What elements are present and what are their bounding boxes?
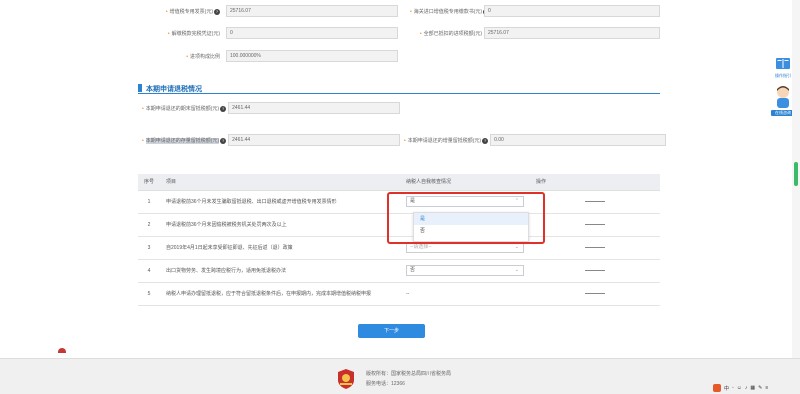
input-ratio-input: 100.000000% [226,50,398,62]
field-deducted-input-tax: • 全部已抵扣的进项税额(元) 25716.07 [410,27,660,39]
service-agent-icon [777,86,789,108]
ime-logo-icon [713,384,721,392]
section-divider [138,93,660,94]
ime-mode-icon: 中 [724,385,730,392]
help-icon[interactable]: ? [214,8,220,15]
vat-invoice-input[interactable]: 25716.07 [226,5,398,17]
row-status: -- [400,282,530,306]
field-label: 本期申请退还的存量留抵税额(元) [145,137,220,144]
ime-emoji-icon: ☺ [736,385,742,391]
field-label: 海关进口增值税专用缴款书(元) [413,8,483,15]
row-action [530,213,660,237]
row-no: 5 [138,282,160,306]
tax-payment-input[interactable]: 0 [226,27,398,39]
row-action [530,190,660,214]
row-no: 2 [138,213,160,237]
ime-toolbar[interactable]: 中 ◦ ☺ ♪ ▦ ✎ ≡ [713,383,793,393]
refund-end-input: 2461.44 [228,102,401,114]
field-tax-payment: • 解缴税款完税凭证(元) 0 [150,27,398,39]
ime-skin-icon: ✎ [758,385,763,391]
table-row: 5 纳税人申请办理留抵退税，应于符合留抵退税条件后，在申报期内，完成本期增值税纳… [138,282,660,306]
col-header-item: 项目 [160,174,400,191]
row-no: 3 [138,236,160,260]
table-header-row: 序号 项目 纳税人自我核查情况 操作 [138,174,660,191]
next-step-button[interactable]: 下一步 [358,324,425,338]
help-guide-label: 操作指引 [775,73,791,78]
customs-vat-input[interactable]: 0 [484,5,660,17]
field-label: 本期申请退还的增量留抵税额(元) [407,137,482,144]
help-icon[interactable]: ? [482,137,489,144]
status-select[interactable]: 否 ⌄ [406,265,524,276]
tax-emblem-icon [338,369,354,389]
empty-dash [585,292,605,294]
book-icon [776,58,790,69]
empty-dash [585,223,605,225]
empty-dash [585,200,605,202]
row-item: 纳税人申请办理留抵退税，应于符合留抵退税条件后，在申报期内，完成本期增值税纳税申… [160,282,400,306]
select-value: 否 [410,267,416,273]
row-no: 4 [138,259,160,283]
footer-copyright: 版权所有：国家税务总局四川省税务局 [366,371,452,377]
refund-stock-input: 2461.44 [228,134,401,146]
col-header-no: 序号 [138,174,160,191]
table-row: 4 出口货物劳务、发生跨境应税行为，适用免抵退税办法 否 ⌄ [138,259,660,283]
deducted-input-tax-input[interactable]: 25716.07 [484,27,660,39]
field-label: 进项构成比例 [189,53,220,60]
row-action [530,282,660,306]
select-value: --请选择-- [410,244,432,250]
row-action [530,236,660,260]
empty-dash [585,246,605,248]
col-header-action: 操作 [530,174,660,191]
field-refund-end: • 本期申请退还的期末留抵税额(元)? 2461.44 [142,102,401,114]
field-label: 解缴税款完税凭证(元) [171,30,220,37]
chevron-down-icon: ⌄ [514,244,519,250]
row-item: 出口货物劳务、发生跨境应税行为，适用免抵退税办法 [160,259,400,283]
row-action [530,259,660,283]
section-marker [138,84,142,92]
page-scrollbar[interactable] [792,0,800,394]
misc-icon [58,348,66,353]
ime-punct-icon: ◦ [732,385,734,391]
field-refund-stock: • 本期申请退还的存量留抵税额(元)? 2461.44 [142,134,401,146]
empty-dash [585,269,605,271]
row-item: 自2019年4月1日起未享受即征即退、先征后返（退）政策 [160,236,400,260]
ime-menu-icon: ≡ [765,385,769,391]
field-customs-vat: •海关进口增值税专用缴款书(元)? 0 [410,5,660,17]
chevron-down-icon: ⌄ [514,267,519,273]
ime-keyboard-icon: ▦ [750,385,756,391]
field-label: 本期申请退还的期末留抵税额(元) [145,105,220,112]
refund-increment-input: 0.00 [490,134,667,146]
field-refund-increment: • 本期申请退还的增量留抵税额(元)? 0.00 [404,134,667,146]
help-icon[interactable]: ? [220,137,227,144]
col-header-status: 纳税人自我核查情况 [400,174,530,191]
page-footer: 版权所有：国家税务总局四川省税务局 服务电话：12366 中 ◦ ☺ ♪ ▦ ✎… [0,358,800,394]
row-item: 申请退税前36个月未发生骗取留抵退税、出口退税或虚开增值税专用发票情形 [160,190,400,214]
ime-mic-icon: ♪ [744,385,748,391]
scrollbar-thumb[interactable] [794,162,798,186]
field-label: 全部已抵扣的进项税额(元) [423,30,482,37]
field-vat-invoice: • 增值税专用发票(元)? 25716.07 [150,5,398,17]
row-status: 否 ⌄ [400,259,530,283]
help-guide-widget[interactable]: 操作指引 [772,55,794,85]
field-label: 增值税专用发票(元) [169,8,213,15]
row-item: 申请退税前36个月未因偷税被税务机关处罚两次及以上 [160,213,400,237]
field-input-ratio: • 进项构成比例 100.000000% [150,50,398,62]
row-no: 1 [138,190,160,214]
highlight-box [387,192,545,244]
footer-hotline: 服务电话：12366 [366,381,405,387]
help-icon[interactable]: ? [220,105,227,112]
